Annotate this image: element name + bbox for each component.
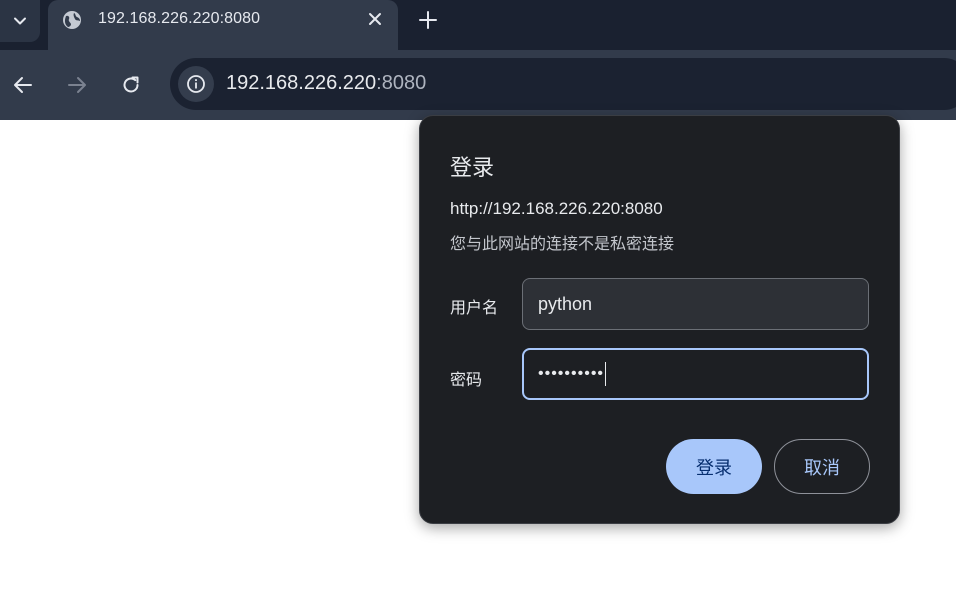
reload-icon[interactable] — [120, 74, 142, 96]
info-icon — [187, 75, 205, 93]
url-text: 192.168.226.220:8080 — [226, 72, 426, 95]
username-label: 用户名 — [450, 298, 499, 317]
close-icon[interactable] — [365, 9, 385, 29]
url-port: :8080 — [376, 72, 427, 94]
back-arrow-icon[interactable] — [12, 74, 34, 96]
tab-search-button[interactable] — [0, 0, 40, 42]
site-info-button[interactable] — [178, 66, 214, 102]
login-button[interactable]: 登录 — [666, 439, 762, 494]
password-value: •••••••••• — [538, 365, 605, 382]
url-host: 192.168.226.220 — [226, 72, 377, 94]
globe-icon — [63, 11, 81, 29]
plus-icon[interactable] — [416, 8, 440, 32]
dialog-origin: http://192.168.226.220:8080 — [450, 199, 663, 218]
http-auth-dialog: 登录 http://192.168.226.220:8080 您与此网站的连接不… — [419, 115, 900, 524]
chevron-down-icon — [14, 17, 26, 25]
username-field[interactable]: python — [522, 278, 869, 330]
browser-toolbar: 192.168.226.220:8080 — [0, 50, 956, 120]
address-bar[interactable]: 192.168.226.220:8080 — [170, 58, 956, 110]
forward-arrow-icon[interactable] — [66, 74, 88, 96]
cancel-button[interactable]: 取消 — [774, 439, 870, 494]
text-caret — [605, 362, 607, 386]
active-tab[interactable]: 192.168.226.220:8080 — [48, 0, 398, 50]
username-value: python — [538, 293, 593, 314]
tab-title: 192.168.226.220:8080 — [98, 10, 261, 27]
password-label: 密码 — [450, 370, 483, 389]
password-field[interactable]: •••••••••• — [522, 348, 869, 400]
dialog-title: 登录 — [450, 156, 495, 181]
tab-strip: 192.168.226.220:8080 — [0, 0, 956, 50]
dialog-warning: 您与此网站的连接不是私密连接 — [450, 234, 675, 253]
